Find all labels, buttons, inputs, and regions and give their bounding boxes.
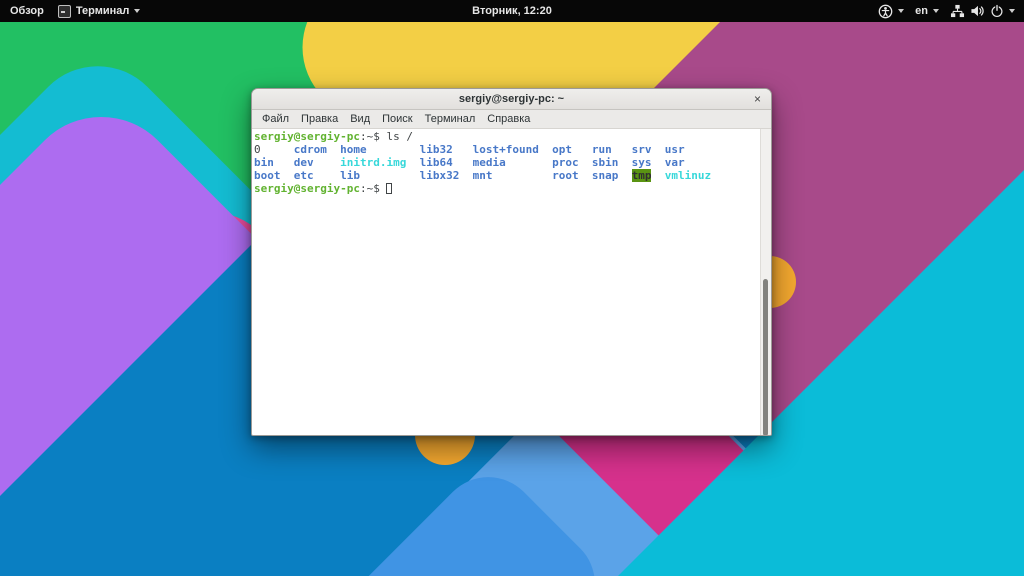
power-icon (990, 4, 1004, 18)
terminal-app-icon (58, 5, 71, 18)
menu-item-2[interactable]: Вид (345, 112, 375, 126)
clock-button[interactable]: Вторник, 12:20 (472, 5, 552, 17)
menu-item-4[interactable]: Терминал (420, 112, 481, 126)
terminal-line: boot etc lib libx32 mnt root snap tmp vm… (254, 169, 759, 182)
menu-item-5[interactable]: Справка (482, 112, 535, 126)
terminal-cursor (386, 183, 392, 194)
system-menu-button[interactable] (950, 4, 1015, 18)
terminal-line: 0 cdrom home lib32 lost+found opt run sr… (254, 143, 759, 156)
network-wired-icon (950, 4, 965, 18)
menu-item-1[interactable]: Правка (296, 112, 343, 126)
accessibility-icon (878, 4, 893, 19)
chevron-down-icon (134, 9, 140, 13)
accessibility-menu-button[interactable] (878, 4, 904, 19)
chevron-down-icon (898, 9, 904, 13)
activities-label: Обзор (10, 5, 44, 17)
close-button[interactable]: × (750, 89, 765, 109)
menu-item-3[interactable]: Поиск (377, 112, 417, 126)
language-label: en (915, 5, 928, 17)
terminal-line: sergiy@sergiy-pc:~$ ls / (254, 130, 759, 143)
window-title: sergiy@sergiy-pc: ~ (252, 93, 771, 105)
app-menu-button[interactable]: Терминал (58, 5, 141, 18)
menu-item-0[interactable]: Файл (257, 112, 294, 126)
terminal-window: sergiy@sergiy-pc: ~ × ФайлПравкаВидПоиск… (251, 88, 772, 436)
activities-button[interactable]: Обзор (10, 5, 44, 17)
app-menu-label: Терминал (76, 5, 130, 17)
terminal-line: bin dev initrd.img lib64 media proc sbin… (254, 156, 759, 169)
terminal-content[interactable]: sergiy@sergiy-pc:~$ ls /0 cdrom home lib… (254, 130, 759, 435)
terminal-menubar: ФайлПравкаВидПоискТерминалСправка (252, 110, 771, 129)
chevron-down-icon (1009, 9, 1015, 13)
chevron-down-icon (933, 9, 939, 13)
terminal-area[interactable]: sergiy@sergiy-pc:~$ ls /0 cdrom home lib… (252, 129, 771, 435)
terminal-line: sergiy@sergiy-pc:~$ (254, 182, 759, 195)
scrollbar-thumb[interactable] (763, 279, 768, 435)
volume-icon (970, 4, 985, 18)
scrollbar[interactable] (760, 129, 771, 435)
window-titlebar[interactable]: sergiy@sergiy-pc: ~ × (252, 89, 771, 110)
top-bar: Обзор Терминал Вторник, 12:20 en (0, 0, 1024, 22)
language-menu-button[interactable]: en (915, 5, 939, 17)
